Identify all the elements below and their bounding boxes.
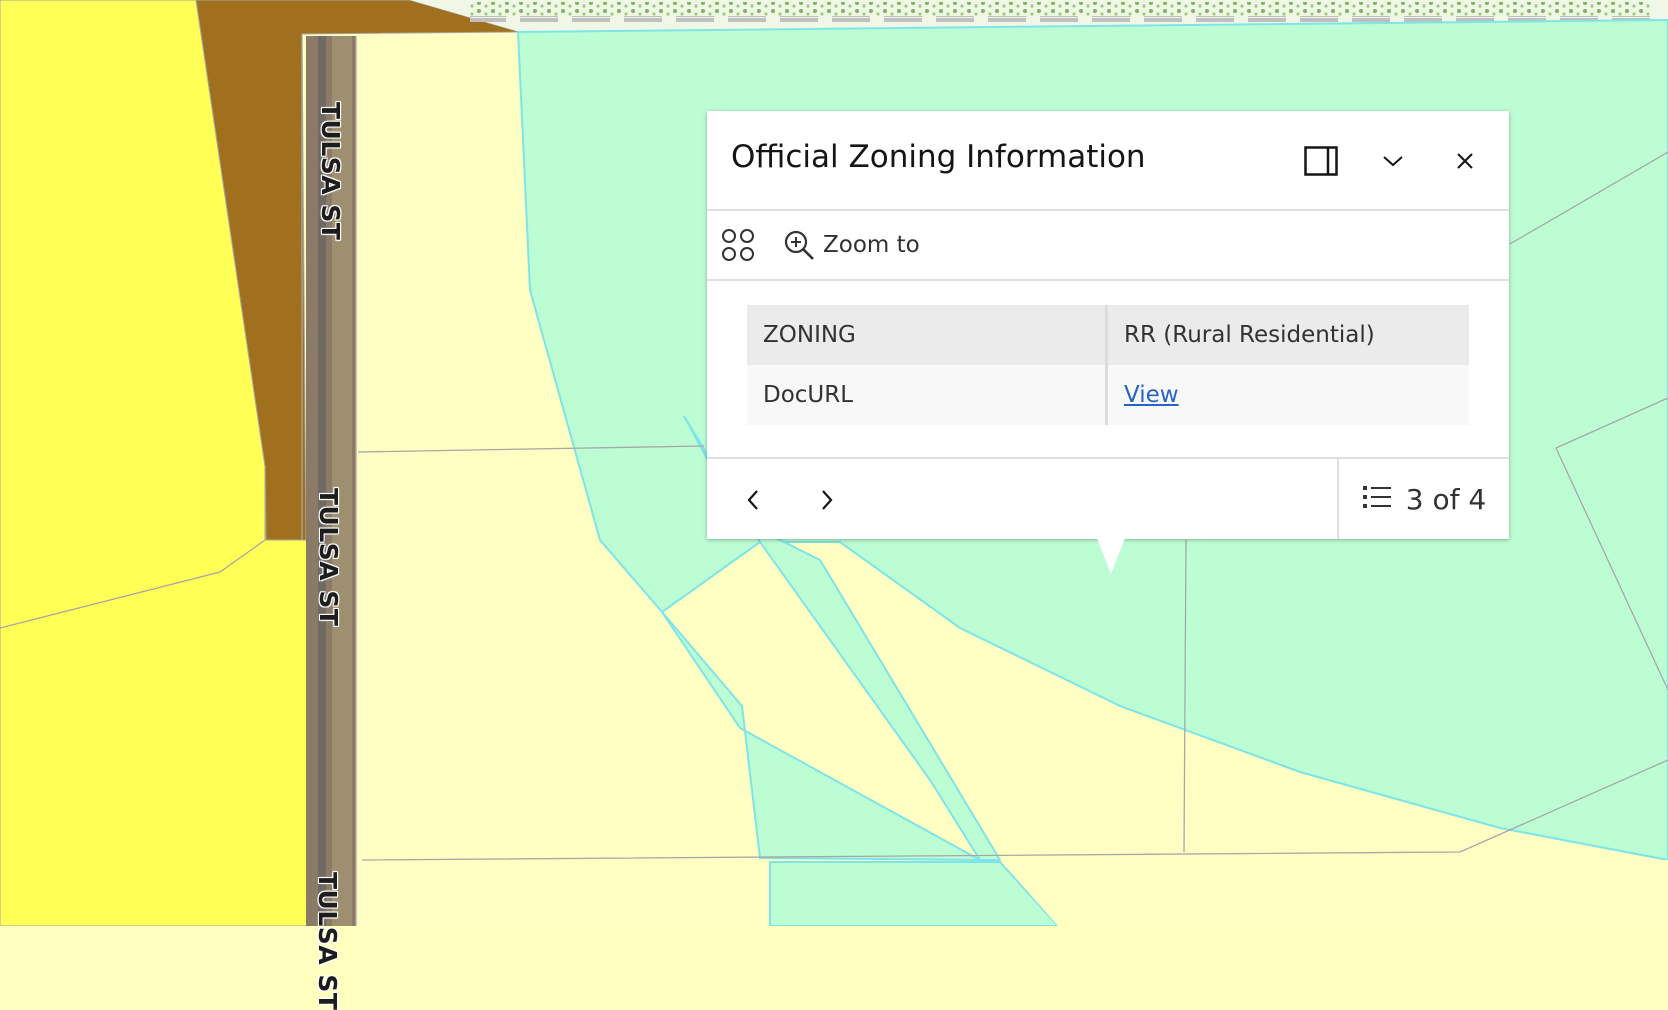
more-actions-button[interactable] <box>721 221 755 269</box>
field-value: RR (Rural Residential) <box>1106 305 1469 365</box>
popup-action-bar: Zoom to <box>707 211 1509 281</box>
feature-popup: Official Zoning Information Zoom to ZONI… <box>707 111 1509 539</box>
popup-header: Official Zoning Information <box>707 111 1509 211</box>
field-value: View <box>1106 365 1469 425</box>
dock-icon <box>1304 146 1338 176</box>
attribute-table: ZONING RR (Rural Residential) DocURL Vie… <box>747 305 1469 425</box>
popup-title: Official Zoning Information <box>731 139 1146 175</box>
chevron-right-icon <box>822 490 833 510</box>
vegetation-texture <box>470 2 1650 16</box>
list-icon <box>1362 486 1391 508</box>
popup-footer: 3 of 4 <box>707 457 1509 541</box>
residential-zone-south[interactable] <box>1000 860 1668 926</box>
zoom-to-label: Zoom to <box>823 232 920 258</box>
zoom-to-button[interactable]: Zoom to <box>783 221 920 269</box>
chevron-left-icon <box>747 490 758 510</box>
road-label-tulsa-st-1: TULSA ST <box>316 102 345 241</box>
previous-feature-button[interactable] <box>727 474 779 526</box>
chevron-down-icon <box>1383 156 1403 167</box>
doc-view-link[interactable]: View <box>1124 382 1179 408</box>
next-feature-button[interactable] <box>801 474 853 526</box>
close-icon <box>1457 153 1473 169</box>
apps-icon <box>722 229 754 261</box>
attribute-row-docurl: DocURL View <box>747 365 1469 425</box>
attribute-row-zoning: ZONING RR (Rural Residential) <box>747 305 1469 365</box>
field-name: DocURL <box>747 365 1108 425</box>
zoom-in-icon <box>784 230 814 260</box>
road-label-tulsa-st-3: TULSA ST <box>313 872 342 1010</box>
road-label-tulsa-st-2: TULSA ST <box>314 488 343 627</box>
popup-pointer <box>1097 538 1125 574</box>
feature-list-button[interactable]: 3 of 4 <box>1337 459 1509 539</box>
dock-button[interactable] <box>1297 137 1345 185</box>
field-name: ZONING <box>747 305 1108 365</box>
collapse-button[interactable] <box>1369 137 1417 185</box>
close-button[interactable] <box>1441 137 1489 185</box>
feature-count: 3 of 4 <box>1405 482 1487 516</box>
